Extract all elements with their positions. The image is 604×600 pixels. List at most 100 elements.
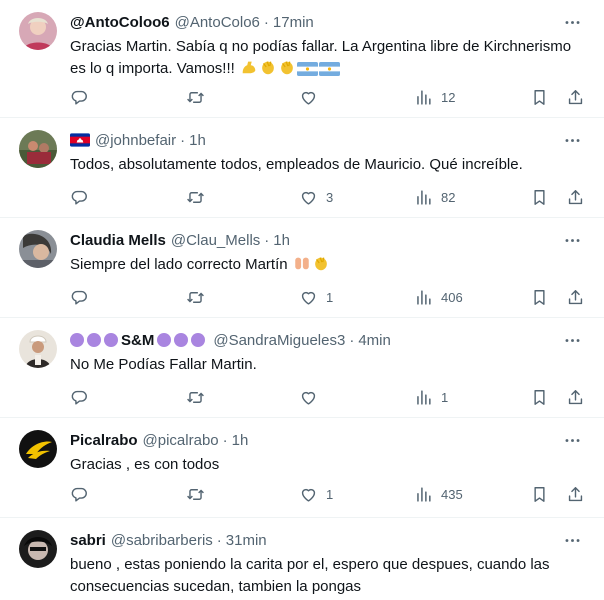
views-button[interactable]: 1 [414, 386, 448, 408]
retweet-icon [186, 485, 205, 504]
retweet-icon [186, 188, 205, 207]
more-icon[interactable] [560, 330, 584, 350]
reply-button[interactable] [70, 186, 97, 208]
purple-heart-icon [70, 333, 84, 347]
like-button[interactable]: 1 [299, 286, 333, 308]
bookmark-button[interactable] [530, 186, 549, 208]
tweet-header: Picalrabo @picalrabo · 1h [70, 430, 248, 450]
timestamp[interactable]: 1h [232, 432, 249, 449]
like-button[interactable]: 1 [299, 483, 333, 505]
reply-button[interactable] [70, 286, 97, 308]
display-name[interactable]: @AntoColoo6 [70, 14, 170, 31]
like-count: 1 [326, 289, 334, 305]
retweet-button[interactable] [186, 186, 213, 208]
replies-feed: @AntoColoo6 @AntoColo6 · 17min Gracias M… [0, 0, 604, 600]
share-button[interactable] [566, 286, 585, 308]
like-icon [299, 485, 318, 504]
avatar[interactable] [19, 530, 57, 568]
tweet-text-line: Gracias , es con todos [70, 456, 220, 473]
more-icon[interactable] [560, 530, 584, 550]
avatar[interactable] [19, 430, 57, 468]
tweet-text-line: Gracias Martin. Sabía q no podías fallar… [70, 38, 572, 55]
retweet-button[interactable] [186, 483, 213, 505]
display-name[interactable]: Claudia Mells [70, 232, 166, 249]
tweet-header: sabri @sabribarberis · 31min [70, 530, 267, 550]
like-icon [299, 188, 318, 207]
bookmark-button[interactable] [530, 483, 549, 505]
reply-button[interactable] [70, 86, 97, 108]
bookmark-icon [530, 485, 549, 504]
tweet-item[interactable]: @johnbefair · 1h Todos, absolutamente to… [0, 118, 604, 218]
display-name[interactable]: sabri [70, 532, 106, 549]
like-count: 3 [326, 189, 334, 205]
raising-hands-emoji-icon [293, 254, 311, 272]
views-button[interactable]: 82 [414, 186, 455, 208]
tweet-text-segment: Siempre del lado correcto Martín [70, 256, 288, 273]
more-icon[interactable] [560, 230, 584, 250]
more-icon[interactable] [560, 430, 584, 450]
purple-heart-icon [191, 333, 206, 347]
share-button[interactable] [566, 186, 585, 208]
avatar[interactable] [19, 230, 57, 268]
separator: · [349, 331, 355, 349]
views-icon [414, 188, 433, 207]
display-name[interactable]: S&M [121, 332, 154, 349]
user-handle[interactable]: @SandraMigueles3 [213, 332, 345, 349]
reply-icon [70, 388, 89, 407]
share-button[interactable] [566, 86, 585, 108]
tweet-text-line: bueno , estas poniendo la carita por el,… [70, 556, 550, 573]
bookmark-button[interactable] [530, 86, 549, 108]
retweet-button[interactable] [186, 286, 213, 308]
share-button[interactable] [566, 386, 585, 408]
like-button[interactable] [299, 86, 326, 108]
tweet-item[interactable]: S&M @SandraMigueles3 · 4min No Me Podías… [0, 318, 604, 418]
user-handle[interactable]: @Clau_Mells [171, 232, 260, 249]
retweet-button[interactable] [186, 386, 213, 408]
more-icon[interactable] [560, 130, 584, 150]
user-handle[interactable]: @johnbefair [95, 132, 176, 149]
tweet-header: @AntoColoo6 @AntoColo6 · 17min [70, 12, 314, 32]
separator: · [264, 231, 270, 249]
cambodia-flag-icon [70, 133, 90, 147]
action-bar: 1 406 [0, 286, 604, 308]
views-button[interactable]: 12 [414, 86, 455, 108]
reply-button[interactable] [70, 483, 97, 505]
tweet-item[interactable]: Picalrabo @picalrabo · 1h Gracias , es c… [0, 418, 604, 518]
purple-heart-icon [174, 333, 189, 347]
retweet-icon [186, 388, 205, 407]
avatar[interactable] [19, 130, 57, 168]
tweet-item[interactable]: sabri @sabribarberis · 31min bueno , est… [0, 518, 604, 600]
retweet-button[interactable] [186, 86, 213, 108]
views-button[interactable]: 406 [414, 286, 463, 308]
tweet-text-line: Todos, absolutamente todos, empleados de… [70, 156, 523, 173]
tweet-text: Todos, absolutamente todos, empleados de… [70, 154, 570, 176]
like-icon [299, 388, 318, 407]
avatar[interactable] [19, 12, 57, 50]
bookmark-button[interactable] [530, 286, 549, 308]
argentina-flag-icon [319, 62, 340, 76]
tweet-item[interactable]: @AntoColoo6 @AntoColo6 · 17min Gracias M… [0, 0, 604, 118]
like-count: 1 [326, 486, 334, 502]
like-button[interactable] [299, 386, 326, 408]
user-handle[interactable]: @AntoColo6 [175, 14, 260, 31]
user-handle[interactable]: @sabribarberis [111, 532, 213, 549]
timestamp[interactable]: 31min [226, 532, 267, 549]
bookmark-button[interactable] [530, 386, 549, 408]
display-name[interactable]: Picalrabo [70, 432, 138, 449]
reply-button[interactable] [70, 386, 97, 408]
timestamp[interactable]: 4min [358, 332, 391, 349]
tweet-item[interactable]: Claudia Mells @Clau_Mells · 1h Siempre d… [0, 218, 604, 318]
flexed-biceps-emoji-icon [240, 58, 258, 76]
clapping-hands-emoji-icon [259, 58, 277, 76]
timestamp[interactable]: 1h [189, 132, 206, 149]
avatar[interactable] [19, 330, 57, 368]
share-button[interactable] [566, 483, 585, 505]
reply-icon [70, 288, 89, 307]
timestamp[interactable]: 17min [273, 14, 314, 31]
more-icon[interactable] [560, 12, 584, 32]
user-handle[interactable]: @picalrabo [143, 432, 219, 449]
like-button[interactable]: 3 [299, 186, 333, 208]
timestamp[interactable]: 1h [273, 232, 290, 249]
views-button[interactable]: 435 [414, 483, 463, 505]
share-icon [566, 88, 585, 107]
